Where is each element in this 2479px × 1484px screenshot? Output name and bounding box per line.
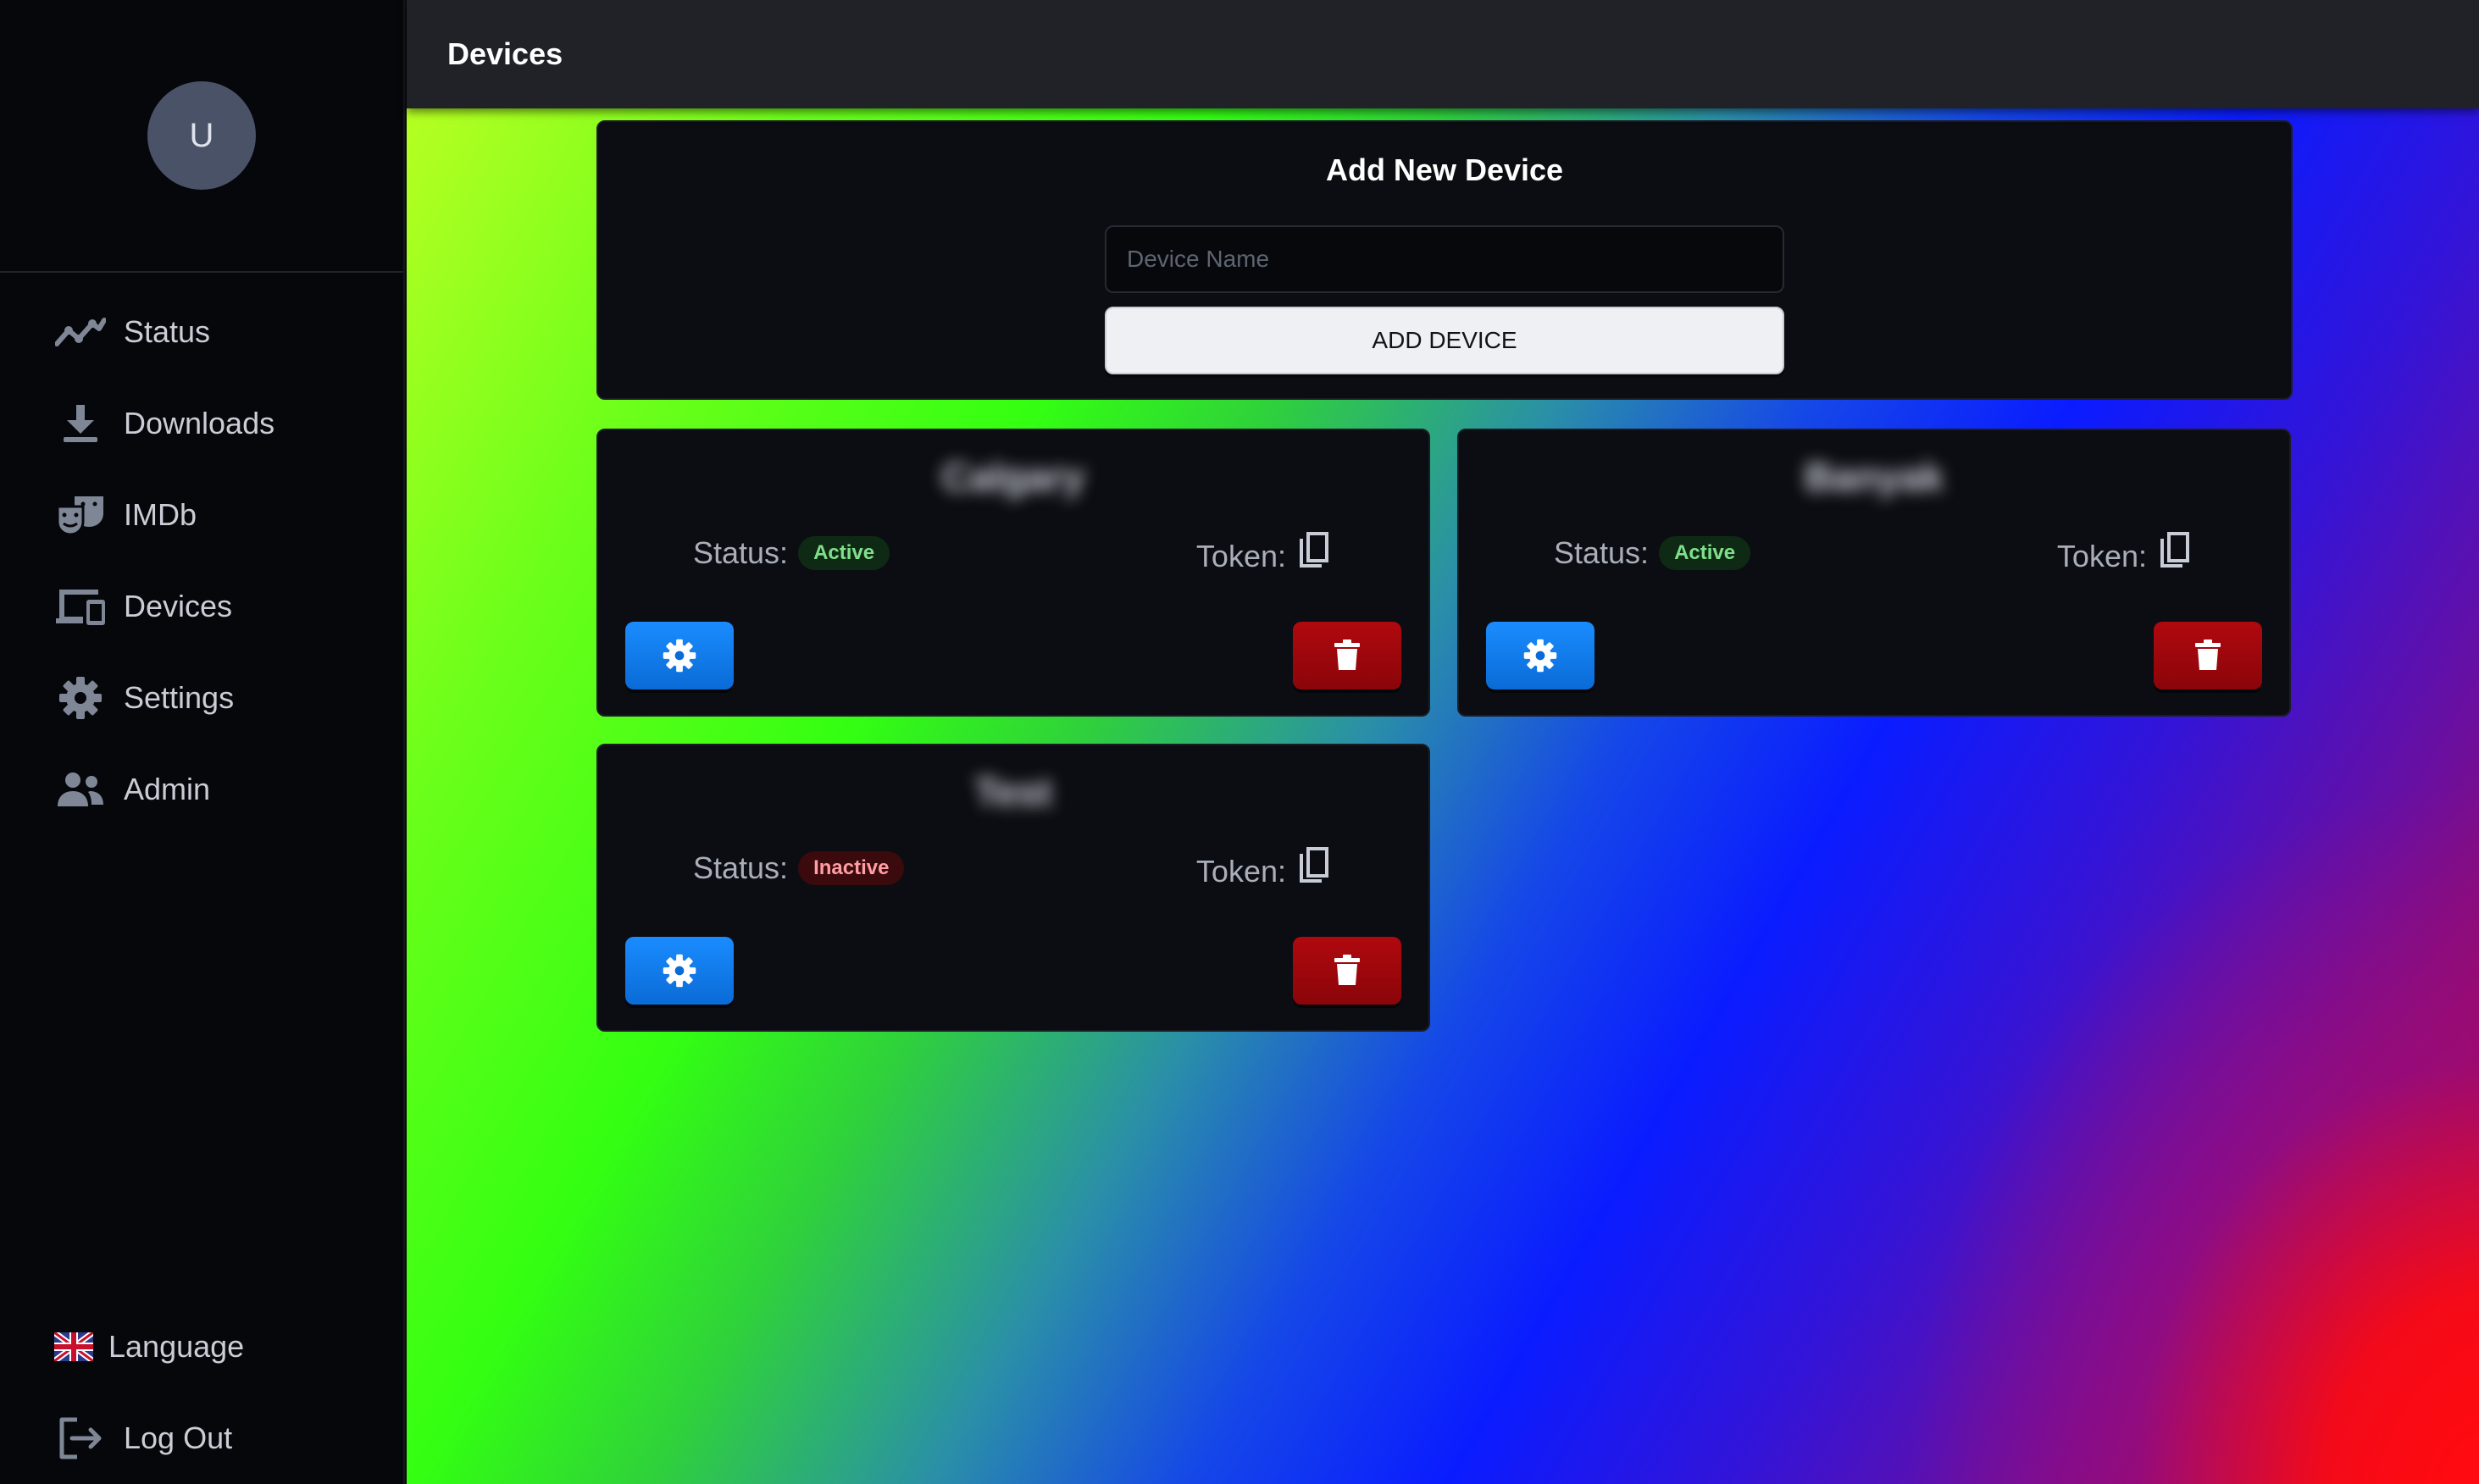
device-name: Banyak xyxy=(1805,455,1944,499)
gear-icon xyxy=(663,954,696,988)
page-title: Devices xyxy=(447,36,563,71)
device-name: Calgary xyxy=(941,455,1085,499)
device-delete-button[interactable] xyxy=(1293,937,1401,1005)
device-card: Calgary Status: Active Token: xyxy=(596,429,1430,717)
device-delete-button[interactable] xyxy=(1293,622,1401,689)
theater-masks-icon xyxy=(54,491,107,539)
add-device-button[interactable]: ADD DEVICE xyxy=(1105,307,1784,374)
gear-icon xyxy=(54,674,107,722)
main-content: Add New Device ADD DEVICE Calgary Status… xyxy=(407,108,2479,1484)
token-label: Token: xyxy=(1195,854,1286,889)
sidebar-item-label: Admin xyxy=(124,772,211,806)
logout-icon xyxy=(54,1415,107,1462)
copy-icon[interactable] xyxy=(2157,530,2194,574)
device-card: Test Status: Inactive Token: xyxy=(596,744,1430,1032)
status-badge: Active xyxy=(798,536,890,570)
trash-icon xyxy=(2195,640,2221,670)
gear-icon xyxy=(663,639,696,673)
status-label: Status: xyxy=(693,850,789,885)
sidebar-item-logout[interactable]: Log Out xyxy=(0,1393,403,1484)
sidebar-item-admin[interactable]: Admin xyxy=(0,744,403,835)
device-delete-button[interactable] xyxy=(2154,622,2262,689)
sidebar-item-imdb[interactable]: IMDb xyxy=(0,469,403,561)
trash-icon xyxy=(1334,955,1360,985)
device-name-input[interactable] xyxy=(1105,225,1784,293)
device-settings-button[interactable] xyxy=(625,622,734,689)
uk-flag-icon xyxy=(54,1323,93,1370)
sidebar-item-label: Log Out xyxy=(124,1420,233,1455)
copy-icon[interactable] xyxy=(1296,845,1334,889)
sidebar-item-label: Downloads xyxy=(124,406,275,440)
device-card: Banyak Status: Active Token: xyxy=(1457,429,2291,717)
device-token: Token: xyxy=(1196,530,1334,574)
device-status: Status: Inactive xyxy=(693,850,905,886)
sidebar-item-label: Language xyxy=(108,1329,245,1364)
sidebar-item-label: Status xyxy=(124,314,211,349)
device-settings-button[interactable] xyxy=(625,937,734,1005)
device-token: Token: xyxy=(1196,845,1334,889)
sidebar: U Status Downloads IMDb Devices Settings… xyxy=(0,0,405,1484)
topbar: Devices xyxy=(407,0,2479,108)
avatar-section: U xyxy=(0,0,403,273)
token-label: Token: xyxy=(1195,539,1286,573)
sidebar-item-language[interactable]: Language xyxy=(0,1301,403,1393)
trash-icon xyxy=(1334,640,1360,670)
devices-icon xyxy=(54,583,107,630)
device-status: Status: Active xyxy=(1554,535,1751,571)
device-name: Test xyxy=(974,770,1052,814)
chart-line-icon xyxy=(54,308,107,356)
users-icon xyxy=(54,766,107,813)
download-icon xyxy=(54,400,107,447)
add-device-title: Add New Device xyxy=(1325,152,1564,187)
gear-icon xyxy=(1523,639,1557,673)
device-settings-button[interactable] xyxy=(1486,622,1594,689)
device-token: Token: xyxy=(2057,530,2194,574)
sidebar-item-devices[interactable]: Devices xyxy=(0,561,403,652)
copy-icon[interactable] xyxy=(1296,530,1334,574)
status-badge: Inactive xyxy=(798,851,905,885)
sidebar-item-label: Devices xyxy=(124,589,233,623)
sidebar-item-settings[interactable]: Settings xyxy=(0,652,403,744)
sidebar-item-label: Settings xyxy=(124,680,235,715)
sidebar-item-label: IMDb xyxy=(124,497,197,532)
sidebar-nav: Status Downloads IMDb Devices Settings A… xyxy=(0,273,403,835)
status-label: Status: xyxy=(1554,535,1650,570)
add-device-card: Add New Device ADD DEVICE xyxy=(596,120,2293,400)
token-label: Token: xyxy=(2056,539,2147,573)
sidebar-item-downloads[interactable]: Downloads xyxy=(0,378,403,469)
status-label: Status: xyxy=(693,535,789,570)
device-status: Status: Active xyxy=(693,535,890,571)
avatar[interactable]: U xyxy=(147,81,256,190)
status-badge: Active xyxy=(1659,536,1751,570)
sidebar-bottom: Language Log Out xyxy=(0,1301,403,1484)
sidebar-item-status[interactable]: Status xyxy=(0,286,403,378)
